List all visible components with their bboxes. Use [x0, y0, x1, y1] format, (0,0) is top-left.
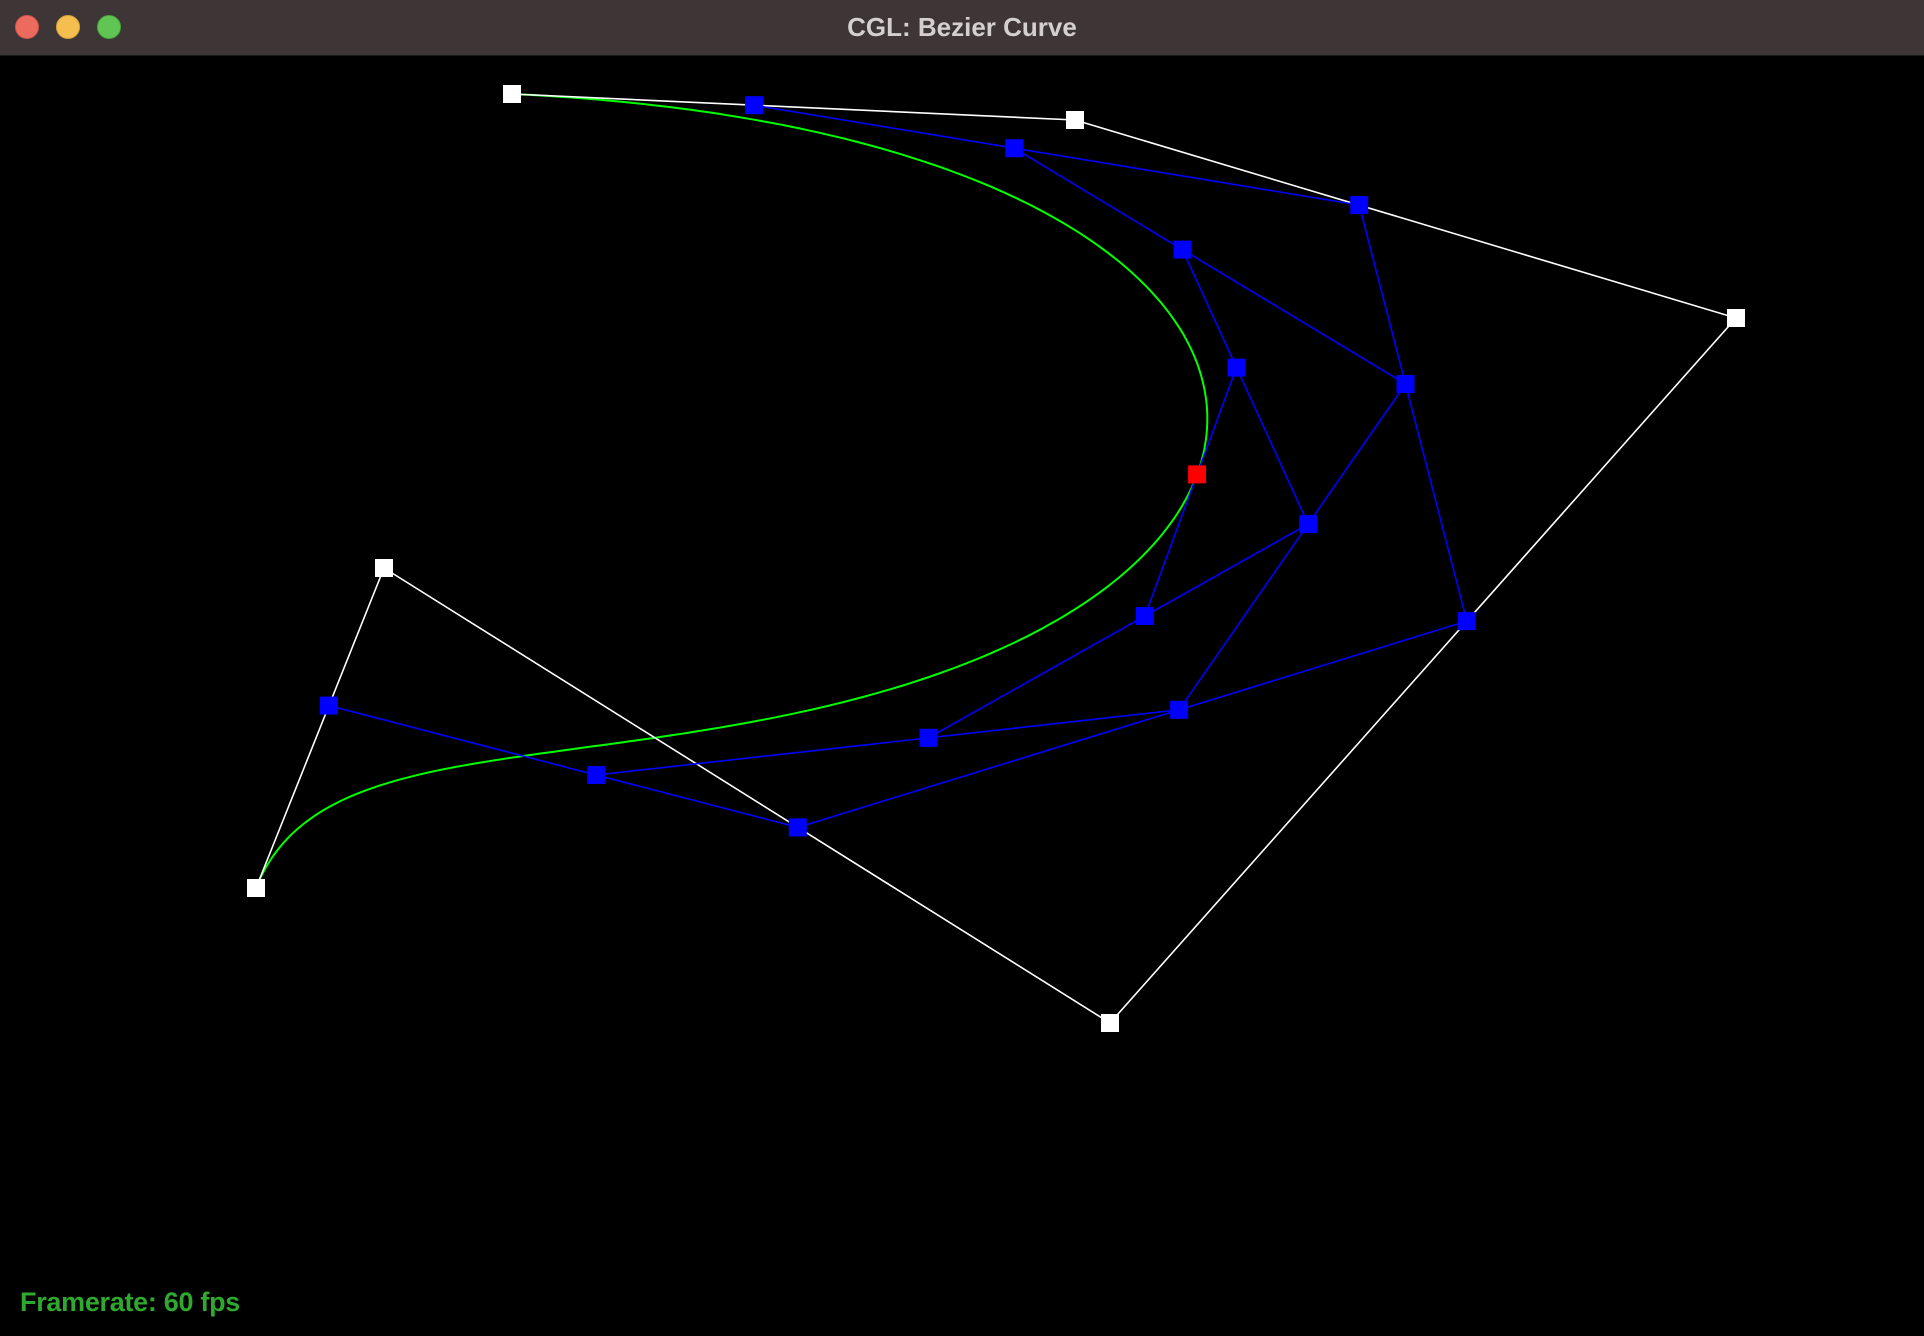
window-title: CGL: Bezier Curve [847, 12, 1077, 42]
bezier-curve-path [255, 93, 1209, 889]
intermediate-level-4 [1144, 367, 1238, 617]
intermediate-point-3-0 [1173, 240, 1192, 259]
evaluated-point [1188, 465, 1207, 484]
intermediate-level-1 [328, 104, 1468, 829]
intermediate-level-3 [928, 249, 1310, 739]
intermediate-point-1-4 [320, 696, 338, 715]
intermediate-point-3-1 [1299, 515, 1318, 534]
framerate-label: Framerate: 60 fps [20, 1287, 240, 1317]
control-polygon [255, 93, 1738, 1025]
intermediate-point-2-1 [1396, 375, 1415, 393]
control-point-4[interactable] [375, 559, 393, 577]
control-point-2[interactable] [1727, 309, 1745, 327]
intermediate-point-2-0 [1005, 139, 1024, 158]
intermediate-point-2-2 [1170, 700, 1189, 719]
control-point-1[interactable] [1066, 111, 1084, 129]
control-polygon-path [255, 93, 1738, 1025]
intermediate-level-2 [596, 147, 1407, 776]
render-canvas[interactable]: Framerate: 60 fps [0, 56, 1924, 1336]
control-point-0[interactable] [503, 85, 521, 103]
intermediate-point-1-0 [745, 96, 764, 115]
intermediate-point-2-3 [587, 766, 606, 784]
title-bar[interactable]: CGL: Bezier Curve [0, 0, 1924, 56]
control-point-5[interactable] [247, 879, 265, 897]
app-window: CGL: Bezier Curve Framerate: 60 fps [0, 0, 1924, 1336]
intermediate-point-4-1 [1135, 607, 1154, 625]
bezier-curve [255, 93, 1209, 889]
intermediate-point-1-1 [1350, 196, 1369, 215]
intermediate-point-1-3 [788, 818, 807, 837]
bezier-scene[interactable] [0, 56, 1924, 1336]
intermediate-point-1-2 [1457, 612, 1476, 631]
intermediate-point-4-0 [1227, 358, 1246, 377]
control-point-3[interactable] [1101, 1014, 1119, 1032]
intermediate-point-3-2 [919, 728, 938, 747]
intermediate-levels [328, 104, 1468, 829]
points [247, 85, 1745, 1032]
